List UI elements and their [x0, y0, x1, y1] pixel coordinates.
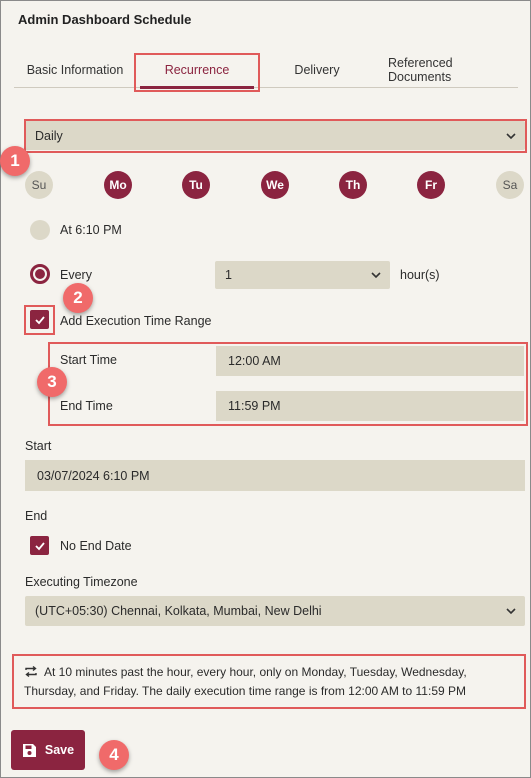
- save-label: Save: [44, 743, 75, 757]
- day-thursday[interactable]: Th: [339, 171, 367, 199]
- annotation-badge-3: 3: [37, 367, 67, 397]
- annotation-badge-2: 2: [63, 283, 93, 313]
- chevron-down-icon: [506, 608, 516, 615]
- checkmark-icon: [34, 541, 45, 550]
- tab-recurrence[interactable]: Recurrence: [140, 52, 254, 89]
- end-time-label: End Time: [60, 399, 113, 413]
- end-label: End: [25, 509, 48, 523]
- day-sunday[interactable]: Su: [25, 171, 53, 199]
- interval-value: 1: [225, 268, 232, 282]
- tab-bar: Basic Information Recurrence Delivery Re…: [14, 52, 518, 89]
- every-radio[interactable]: [30, 264, 50, 284]
- time-range-checkbox[interactable]: [30, 310, 49, 329]
- page-title: Admin Dashboard Schedule: [18, 12, 192, 27]
- no-end-date-checkbox[interactable]: [30, 536, 49, 555]
- start-time-value: 12:00 AM: [228, 354, 281, 368]
- checkmark-icon: [34, 315, 45, 324]
- tab-delivery[interactable]: Delivery: [264, 52, 370, 88]
- start-date-field[interactable]: 03/07/2024 6:10 PM: [25, 460, 525, 491]
- recurrence-summary: At 10 minutes past the hour, every hour,…: [12, 654, 526, 709]
- timezone-label: Executing Timezone: [25, 575, 138, 589]
- chevron-down-icon: [371, 272, 381, 279]
- repeat-icon: [25, 665, 37, 678]
- start-date-value: 03/07/2024 6:10 PM: [37, 468, 150, 483]
- every-label: Every: [60, 268, 92, 282]
- start-time-label: Start Time: [60, 353, 117, 367]
- time-range-label: Add Execution Time Range: [60, 314, 212, 328]
- annotation-badge-1: 1: [0, 146, 30, 176]
- day-saturday[interactable]: Sa: [496, 171, 524, 199]
- timezone-select[interactable]: (UTC+05:30) Chennai, Kolkata, Mumbai, Ne…: [25, 596, 525, 626]
- tab-referenced-documents[interactable]: Referenced Documents: [388, 52, 518, 88]
- annotation-badge-4: 4: [99, 740, 129, 770]
- day-monday[interactable]: Mo: [104, 171, 132, 199]
- day-tuesday[interactable]: Tu: [182, 171, 210, 199]
- summary-text: At 10 minutes past the hour, every hour,…: [24, 665, 467, 698]
- interval-unit: hour(s): [400, 268, 440, 282]
- frequency-value: Daily: [35, 128, 63, 143]
- save-button[interactable]: Save: [11, 730, 85, 770]
- interval-select[interactable]: 1: [215, 261, 390, 289]
- tab-basic-information[interactable]: Basic Information: [14, 52, 136, 88]
- frequency-select[interactable]: Daily: [25, 121, 525, 150]
- end-time-field[interactable]: 11:59 PM: [216, 391, 524, 421]
- timezone-value: (UTC+05:30) Chennai, Kolkata, Mumbai, Ne…: [35, 604, 322, 618]
- day-friday[interactable]: Fr: [417, 171, 445, 199]
- chevron-down-icon: [506, 132, 516, 139]
- start-time-field[interactable]: 12:00 AM: [216, 346, 524, 376]
- end-time-value: 11:59 PM: [228, 399, 281, 413]
- at-time-radio[interactable]: [30, 220, 50, 240]
- no-end-date-label: No End Date: [60, 539, 132, 553]
- at-time-label: At 6:10 PM: [60, 223, 122, 237]
- save-icon: [22, 743, 36, 757]
- start-label: Start: [25, 439, 52, 453]
- day-wednesday[interactable]: We: [261, 171, 289, 199]
